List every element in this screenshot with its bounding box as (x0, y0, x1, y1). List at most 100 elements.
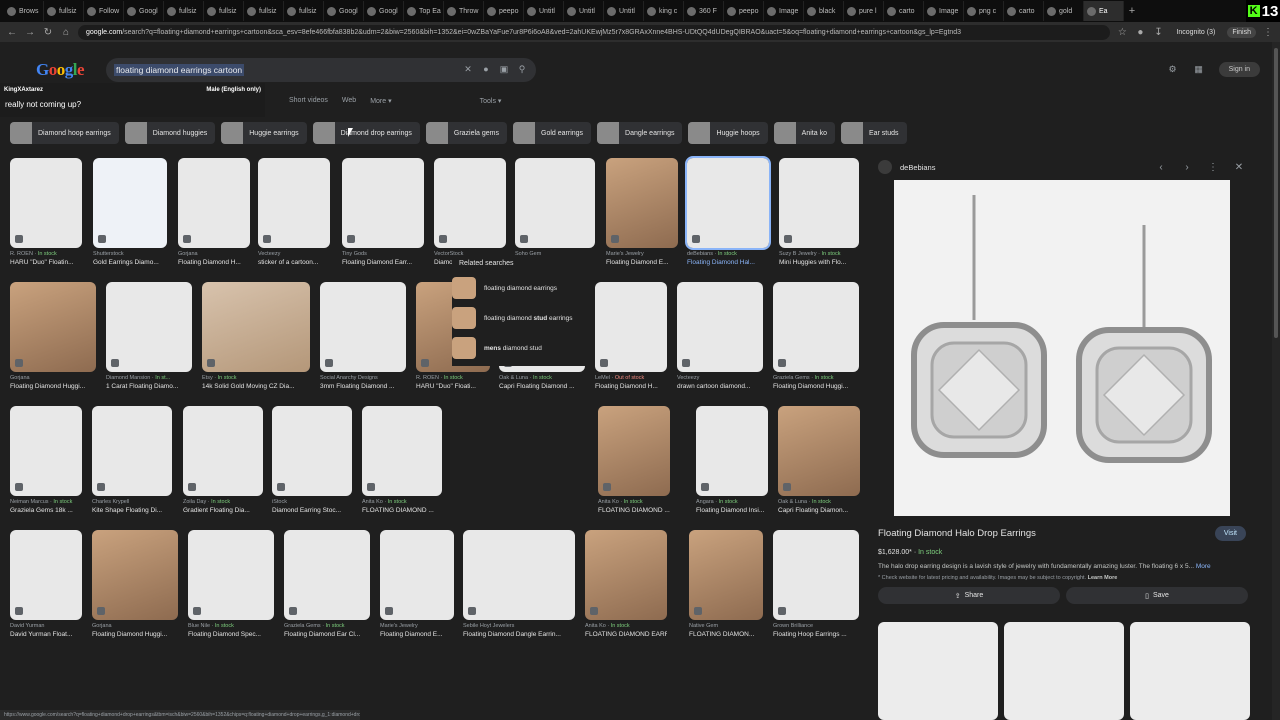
result-title[interactable]: FLOATING DIAMOND ... (598, 507, 670, 514)
browser-tab[interactable]: fullsiz (244, 1, 284, 21)
image-result-card[interactable]: iStock Diamond Earring Stoc... (272, 406, 352, 514)
reload-icon[interactable]: ↻ (42, 27, 54, 38)
image-result-card[interactable]: Oak & Luna · In stock Capri Floating Diam… (778, 406, 860, 514)
result-thumbnail[interactable] (362, 406, 442, 496)
result-source[interactable]: R. ROEN · In stock (10, 251, 82, 257)
learn-more-link[interactable]: Learn More (1088, 575, 1118, 581)
refinement-chip[interactable]: Anita ko (773, 122, 835, 144)
result-source[interactable]: Native Gem (689, 623, 763, 629)
related-thumb[interactable] (1004, 622, 1124, 720)
browser-tab[interactable]: gold (1044, 1, 1084, 21)
image-result-card[interactable]: Marie's Jewelry Floating Diamond E... (606, 158, 678, 266)
result-source[interactable]: Vecteezy (677, 375, 763, 381)
refinement-chip[interactable]: Diamond hoop earrings (10, 122, 119, 144)
browser-tab[interactable]: fullsiz (204, 1, 244, 21)
result-title[interactable]: Gradient Floating Dia... (183, 507, 263, 514)
search-icon[interactable]: ⚲ (516, 64, 528, 76)
browser-tab[interactable]: carto (884, 1, 924, 21)
browser-tab[interactable]: Googl (124, 1, 164, 21)
result-title[interactable]: 14k Solid Gold Moving CZ Dia... (202, 383, 310, 390)
result-title[interactable]: Mini Huggies with Flo... (779, 259, 859, 266)
result-title[interactable]: Floating Diamond E... (380, 631, 454, 638)
browser-tab[interactable]: Brows (4, 1, 44, 21)
result-source[interactable]: Zoila Day · In stock (183, 499, 263, 505)
result-title[interactable]: Floating Diamond Hal... (687, 259, 769, 266)
refinement-chip[interactable]: Gold earrings (513, 122, 592, 144)
result-source[interactable]: Suzy B Jewelry · In stock (779, 251, 859, 257)
image-result-card[interactable]: Etsy · In stock 14k Solid Gold Moving CZ … (202, 282, 310, 390)
related-search-item[interactable]: floating diamond earrings (452, 275, 590, 301)
tab-tools[interactable]: Tools ▾ (480, 97, 502, 105)
bookmark-star-icon[interactable]: ☆ (1116, 27, 1128, 38)
result-title[interactable]: Diamond Earring Stoc... (272, 507, 352, 514)
extension-icon[interactable]: ● (1134, 27, 1146, 38)
image-result-card[interactable]: Blue Nile · In stock Floating Diamond Spe… (188, 530, 274, 638)
result-source[interactable]: Marie's Jewelry (380, 623, 454, 629)
result-thumbnail[interactable] (778, 406, 860, 496)
result-thumbnail[interactable] (342, 158, 424, 248)
image-result-card[interactable]: Soho GemFloating Diamond Line... (515, 158, 595, 266)
image-result-card[interactable]: Marie's Jewelry Floating Diamond E... (380, 530, 454, 638)
result-thumbnail[interactable] (380, 530, 454, 620)
result-thumbnail[interactable] (10, 158, 82, 248)
result-title[interactable]: Floating Diamond E... (606, 259, 678, 266)
result-title[interactable]: Floating Diamond Dangle Earrin... (463, 631, 575, 638)
settings-gear-icon[interactable]: ⚙ (1167, 64, 1179, 76)
more-options-icon[interactable]: ⋮ (1204, 162, 1222, 173)
result-thumbnail[interactable] (202, 282, 310, 372)
result-thumbnail[interactable] (606, 158, 678, 248)
image-result-card[interactable]: Charles Krypell Kite Shape Floating Di... (92, 406, 172, 514)
result-thumbnail[interactable] (595, 282, 667, 372)
browser-tab[interactable]: fullsiz (284, 1, 324, 21)
result-source[interactable]: Diamond Mansion · In st... (106, 375, 192, 381)
result-source[interactable]: Anita Ko · In stock (598, 499, 670, 505)
image-result-card[interactable]: David Yurman David Yurman Float... (10, 530, 82, 638)
preview-source[interactable]: deBebians (900, 163, 935, 172)
result-title[interactable]: Floating Diamond Insi... (696, 507, 768, 514)
image-result-card[interactable]: VectorStockDiamond earring ca... (434, 158, 506, 266)
tab-short-videos[interactable]: Short videos (289, 97, 328, 105)
related-search-item[interactable]: mens diamond stud (452, 335, 590, 361)
image-result-card[interactable]: Social Anarchy Designs 3mm Floating Diamo… (320, 282, 406, 390)
result-source[interactable]: David Yurman (10, 623, 82, 629)
browser-menu-icon[interactable]: ⋮ (1262, 27, 1274, 38)
browser-tab[interactable]: Follow (84, 1, 124, 21)
result-thumbnail[interactable] (92, 406, 172, 496)
result-source[interactable]: deBebians · In stock (687, 251, 769, 257)
google-logo[interactable]: Google (36, 60, 85, 80)
sign-in-button[interactable]: Sign in (1218, 62, 1260, 77)
refinement-chip[interactable]: Ear studs (840, 122, 907, 144)
result-title[interactable]: drawn cartoon diamond... (677, 383, 763, 390)
result-title[interactable]: Floating Diamond Ear Cl... (284, 631, 370, 638)
browser-tab[interactable]: Googl (324, 1, 364, 21)
result-source[interactable]: Sebile Hoyt Jewelers (463, 623, 575, 629)
image-result-card[interactable]: Gorjana Floating Diamond Huggi... (10, 282, 96, 390)
result-source[interactable]: iStock (272, 499, 352, 505)
image-result-card[interactable]: Grown Brilliance Floating Hoop Earrings .… (773, 530, 859, 638)
url-field[interactable]: google.com /search?q=floating+diamond+ea… (78, 24, 1111, 40)
result-source[interactable]: Etsy · In stock (202, 375, 310, 381)
browser-tab[interactable]: peepo (724, 1, 764, 21)
image-result-card[interactable]: Vecteezy sticker of a cartoon... (258, 158, 330, 266)
image-result-card[interactable]: Anita Ko · In stock FLOATING DIAMOND ... (362, 406, 442, 514)
more-link[interactable]: More (1196, 563, 1211, 570)
image-result-card[interactable]: Graziela Gems · In stock Floating Diamond… (284, 530, 370, 638)
result-title[interactable]: Floating Diamond H... (595, 383, 667, 390)
result-title[interactable]: Capri Floating Diamon... (778, 507, 860, 514)
result-thumbnail[interactable] (284, 530, 370, 620)
result-thumbnail[interactable] (434, 158, 506, 248)
result-title[interactable]: Floating Diamond H... (178, 259, 250, 266)
download-icon[interactable]: ↧ (1152, 27, 1164, 38)
result-thumbnail[interactable] (689, 530, 763, 620)
result-thumbnail[interactable] (463, 530, 575, 620)
new-tab-icon[interactable]: + (1124, 5, 1140, 17)
result-source[interactable]: Shutterstock (93, 251, 167, 257)
tab-more[interactable]: More ▾ (370, 97, 391, 105)
refinement-chip[interactable]: Graziela gems (425, 122, 508, 144)
result-source[interactable]: Graziela Gems · In stock (284, 623, 370, 629)
page-scrollbar[interactable] (1272, 42, 1280, 720)
lens-icon[interactable]: ▣ (498, 64, 510, 76)
result-title[interactable]: Floating Diamond Huggi... (773, 383, 859, 390)
browser-tab[interactable]: fullsiz (44, 1, 84, 21)
related-thumb[interactable] (1130, 622, 1250, 720)
